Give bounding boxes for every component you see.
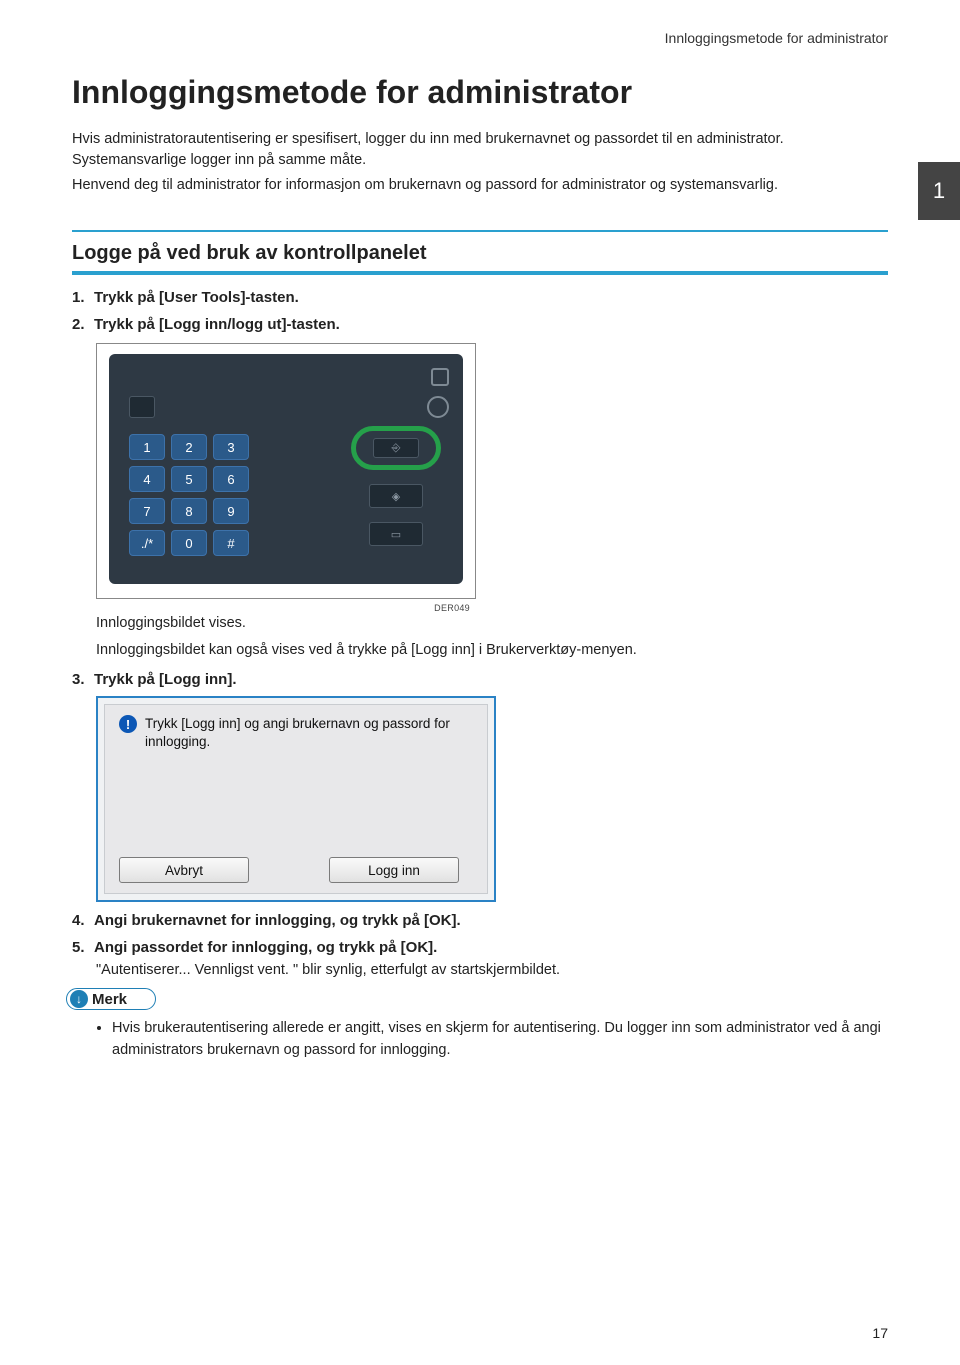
key-6: 6 xyxy=(213,466,249,492)
step-text: Trykk på [User Tools]-tasten. xyxy=(94,289,299,306)
cancel-button: Avbryt xyxy=(119,857,249,883)
intro-para-2: Henvend deg til administrator for inform… xyxy=(72,175,888,196)
key-1: 1 xyxy=(129,434,165,460)
side-button-3: ▭ xyxy=(369,522,423,546)
note-badge: ↓ Merk xyxy=(66,988,156,1010)
step-list: 1.Trykk på [User Tools]-tasten. 2.Trykk … xyxy=(72,289,888,978)
key-7: 7 xyxy=(129,498,165,524)
step-text: Trykk på [Logg inn/logg ut]-tasten. xyxy=(94,316,340,333)
key-4: 4 xyxy=(129,466,165,492)
login-screen-message: Trykk [Logg inn] og angi brukernavn og p… xyxy=(145,715,473,751)
step-3: 3.Trykk på [Logg inn]. ! Trykk [Logg inn… xyxy=(72,671,888,902)
login-logout-key: ⎆ xyxy=(373,438,419,458)
step-text: Angi passordet for innlogging, og trykk … xyxy=(94,939,437,956)
keypad-figure: 1 2 3 4 5 6 7 8 9 ./* 0 # ⎆ xyxy=(96,343,476,599)
page-number: 17 xyxy=(872,1325,888,1341)
key-9: 9 xyxy=(213,498,249,524)
step-number: 5. xyxy=(72,939,94,956)
step2-note-2: Innloggingsbildet kan også vises ved å t… xyxy=(96,640,888,661)
key-5: 5 xyxy=(171,466,207,492)
key-8: 8 xyxy=(171,498,207,524)
panel-indicator-icon xyxy=(431,368,449,386)
key-star: ./* xyxy=(129,530,165,556)
step-1: 1.Trykk på [User Tools]-tasten. xyxy=(72,289,888,306)
intro-block: Hvis administratorautentisering er spesi… xyxy=(72,129,888,196)
note-label: Merk xyxy=(92,991,127,1008)
login-key-highlight: ⎆ xyxy=(351,426,441,470)
step-number: 1. xyxy=(72,289,94,306)
note-block: ↓ Merk Hvis brukerautentisering allerede… xyxy=(66,988,888,1062)
energy-icon xyxy=(427,396,449,418)
intro-para-1: Hvis administratorautentisering er spesi… xyxy=(72,129,888,171)
key-0: 0 xyxy=(171,530,207,556)
key-hash: # xyxy=(213,530,249,556)
page-title: Innloggingsmetode for administrator xyxy=(72,74,888,111)
step-2: 2.Trykk på [Logg inn/logg ut]-tasten. 1 … xyxy=(72,316,888,661)
step-4: 4.Angi brukernavnet for innlogging, og t… xyxy=(72,912,888,929)
section-heading: Logge på ved bruk av kontrollpanelet xyxy=(72,230,888,275)
step-number: 2. xyxy=(72,316,94,333)
login-screen-figure: ! Trykk [Logg inn] og angi brukernavn og… xyxy=(96,696,496,902)
login-button: Logg inn xyxy=(329,857,459,883)
step-text: Angi brukernavnet for innlogging, og try… xyxy=(94,912,461,929)
figure-code: DER049 xyxy=(96,603,476,613)
chapter-tab: 1 xyxy=(918,162,960,220)
step-number: 4. xyxy=(72,912,94,929)
down-arrow-icon: ↓ xyxy=(70,990,88,1008)
side-button-2: ◈ xyxy=(369,484,423,508)
step5-result: "Autentiserer... Vennligst vent. " blir … xyxy=(96,962,888,978)
running-header: Innloggingsmetode for administrator xyxy=(72,30,888,46)
step-text: Trykk på [Logg inn]. xyxy=(94,671,237,688)
step-5: 5.Angi passordet for innlogging, og tryk… xyxy=(72,939,888,978)
step2-note-1: Innloggingsbildet vises. xyxy=(96,613,888,634)
key-3: 3 xyxy=(213,434,249,460)
panel-small-button xyxy=(129,396,155,418)
step-number: 3. xyxy=(72,671,94,688)
note-item: Hvis brukerautentisering allerede er ang… xyxy=(112,1018,888,1062)
key-2: 2 xyxy=(171,434,207,460)
info-icon: ! xyxy=(119,715,137,733)
